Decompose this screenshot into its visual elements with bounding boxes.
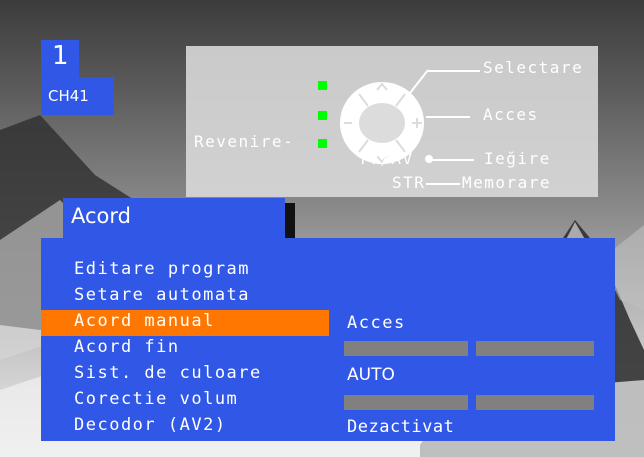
pointer-line — [402, 69, 429, 103]
help-access-label: Acces — [483, 105, 539, 124]
menu-item-label: Setare automata — [74, 285, 251, 305]
decoder-value[interactable]: Dezactivat — [347, 417, 454, 437]
help-exit-label: Ieğire — [484, 149, 551, 168]
green-indicator-icon — [318, 111, 327, 120]
help-store-label: Memorare — [462, 173, 552, 192]
menu-item-editare-program[interactable]: Editare program — [41, 258, 329, 284]
remote-help-panel: Selectare Acces Revenire- TV/AV Ieğire S… — [186, 46, 598, 197]
channel-name: CH41 — [48, 87, 89, 105]
color-system-value[interactable]: AUTO — [347, 365, 395, 385]
menu-item-label: Editare program — [74, 259, 251, 279]
help-back-label: Revenire- — [194, 132, 295, 151]
help-tv-av-label: TV/AV — [358, 149, 414, 168]
volume-correction-bar-right[interactable] — [476, 395, 594, 410]
menu-item-label: Acord fin — [74, 337, 180, 357]
fine-tune-bar-left[interactable] — [344, 341, 468, 356]
menu-item-decodor-av2[interactable]: Decodor (AV2) — [41, 414, 329, 440]
menu-item-label: Corectie volum — [74, 389, 239, 409]
menu-item-corectie-volum[interactable]: Corectie volum — [41, 388, 329, 414]
channel-number-box: 1 — [41, 40, 79, 77]
pointer-line — [426, 116, 470, 118]
pointer-line — [428, 70, 480, 72]
fine-tune-bar-right[interactable] — [476, 341, 594, 356]
green-indicator-icon — [318, 139, 327, 148]
menu-title: Acord — [71, 204, 131, 228]
menu-item-label: Decodor (AV2) — [74, 415, 227, 435]
menu-item-acord-fin[interactable]: Acord fin — [41, 336, 329, 362]
help-select-label: Selectare — [483, 58, 584, 77]
menu-title-box: Acord — [63, 198, 285, 239]
pointer-line — [426, 183, 460, 185]
volume-correction-bar-left[interactable] — [344, 395, 468, 410]
acord-manual-value[interactable]: Acces — [347, 313, 406, 333]
menu-item-sist-de-culoare[interactable]: Sist. de culoare — [41, 362, 329, 388]
channel-number: 1 — [52, 41, 69, 71]
menu-item-label: Sist. de culoare — [74, 363, 262, 383]
help-str-label: STR — [392, 173, 426, 192]
green-indicator-icon — [318, 81, 327, 90]
menu-item-setare-automata[interactable]: Setare automata — [41, 284, 329, 310]
menu-item-acord-manual[interactable]: Acord manual — [41, 310, 329, 336]
settings-menu: Editare program Setare automata Acord ma… — [41, 238, 615, 441]
channel-name-box: CH41 — [41, 77, 114, 115]
tv-screen: 1 CH41 Selectare Acces Revenire- TV/AV I… — [0, 0, 644, 457]
menu-item-label: Acord manual — [74, 311, 215, 331]
pointer-line — [432, 159, 474, 161]
